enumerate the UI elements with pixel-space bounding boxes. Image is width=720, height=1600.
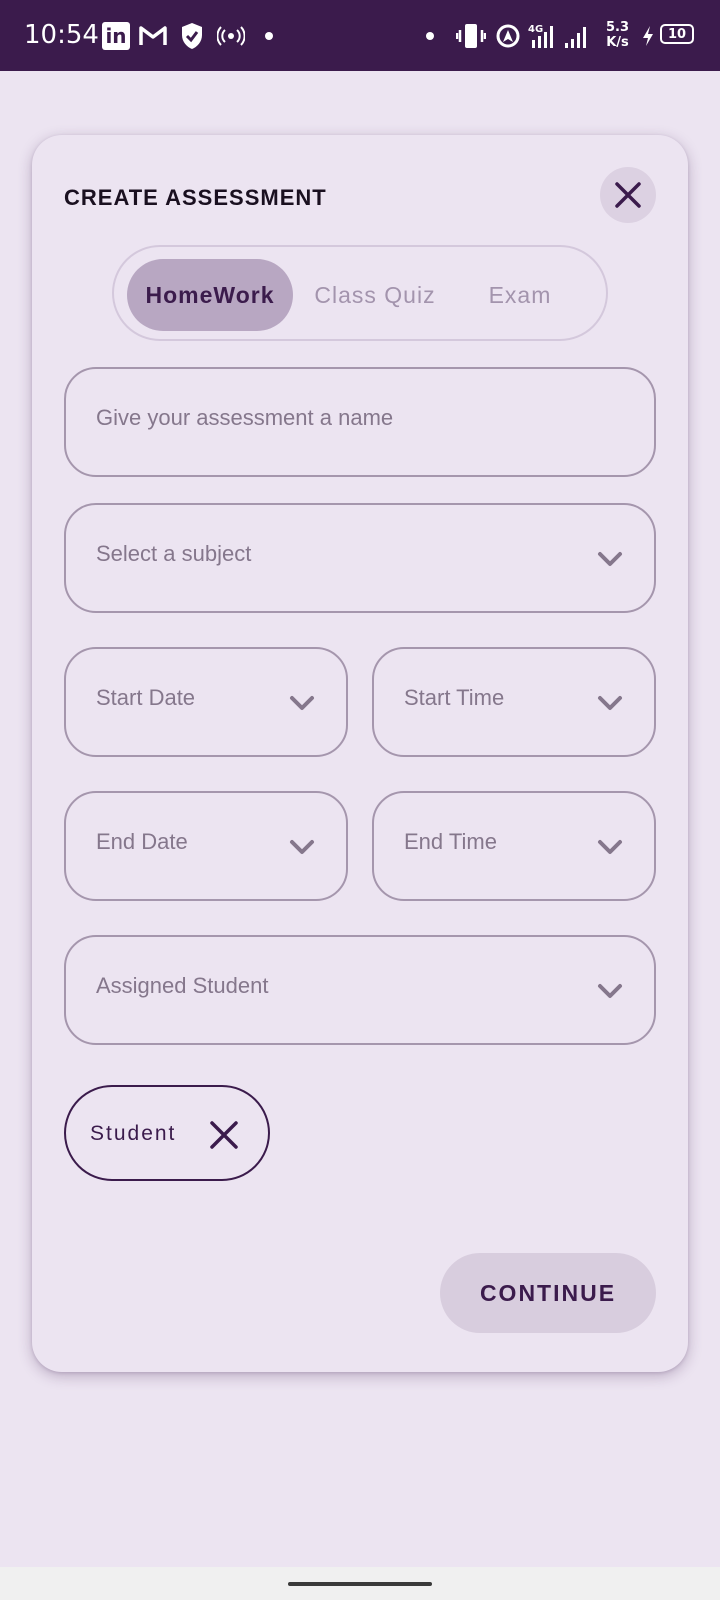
- subject-dropdown[interactable]: Select a subject: [64, 503, 656, 613]
- linkedin-icon: in: [102, 22, 130, 50]
- dialog-title: CREATE ASSESSMENT: [64, 185, 327, 210]
- start-time-dropdown[interactable]: Start Time: [372, 647, 656, 757]
- student-chip: Student: [64, 1085, 270, 1181]
- signal-icon: [562, 22, 590, 50]
- chevron-down-icon: [598, 984, 622, 998]
- assessment-type-tabs: HomeWork Class Quiz Exam: [112, 245, 608, 341]
- network-speed: 5.3 K/s: [606, 20, 630, 50]
- svg-text:4G: 4G: [528, 24, 543, 35]
- tab-exam[interactable]: Exam: [460, 259, 580, 331]
- shield-icon: [178, 22, 206, 50]
- assigned-student-dropdown[interactable]: Assigned Student: [64, 935, 656, 1045]
- chevron-down-icon: [598, 840, 622, 854]
- chip-label: Student: [90, 1122, 177, 1145]
- notification-dot-icon: [426, 32, 434, 40]
- close-icon: [615, 182, 641, 208]
- navigation-bar: [0, 1567, 720, 1600]
- tab-class-quiz[interactable]: Class Quiz: [300, 259, 450, 331]
- notification-dot-icon: [265, 32, 273, 40]
- end-time-placeholder: End Time: [404, 829, 497, 854]
- start-date-dropdown[interactable]: Start Date: [64, 647, 348, 757]
- end-date-placeholder: End Date: [96, 829, 188, 854]
- end-date-dropdown[interactable]: End Date: [64, 791, 348, 901]
- vibrate-icon: [456, 22, 486, 50]
- assessment-name-placeholder: Give your assessment a name: [96, 405, 394, 430]
- chevron-down-icon: [598, 552, 622, 566]
- chevron-down-icon: [290, 840, 314, 854]
- assigned-student-placeholder: Assigned Student: [96, 973, 269, 998]
- end-time-dropdown[interactable]: End Time: [372, 791, 656, 901]
- chevron-down-icon: [290, 696, 314, 710]
- subject-placeholder: Select a subject: [96, 541, 252, 566]
- close-icon[interactable]: [208, 1119, 240, 1151]
- battery-icon: 10: [660, 24, 694, 44]
- hotspot-icon: [216, 22, 246, 50]
- status-bar: 10:54 in 4G 5.3 K/s 10: [0, 0, 720, 71]
- start-date-placeholder: Start Date: [96, 685, 196, 710]
- gmail-icon: [138, 22, 168, 50]
- start-time-placeholder: Start Time: [404, 685, 505, 710]
- home-gesture-handle[interactable]: [288, 1582, 432, 1586]
- continue-button[interactable]: CONTINUE: [440, 1253, 656, 1333]
- chevron-down-icon: [598, 696, 622, 710]
- tab-homework[interactable]: HomeWork: [127, 259, 293, 331]
- assessment-name-field[interactable]: Give your assessment a name: [64, 367, 656, 477]
- charging-icon: [640, 22, 656, 50]
- create-assessment-dialog: CREATE ASSESSMENT HomeWork Class Quiz Ex…: [32, 135, 688, 1372]
- status-time: 10:54: [24, 20, 99, 50]
- data-saver-icon: [494, 22, 522, 50]
- signal-4g-icon: 4G: [528, 22, 556, 50]
- close-button[interactable]: [600, 167, 656, 223]
